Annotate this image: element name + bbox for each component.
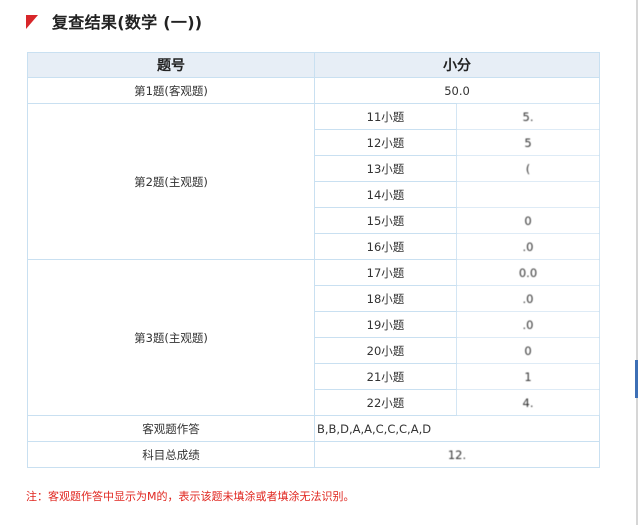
subquestion-label: 11小题 — [314, 103, 457, 130]
subquestion-label: 13小题 — [314, 155, 457, 182]
results-table: 题号 小分 第1题(客观题) 50.0 第2题(主观题) 11小题 5. 12小… — [27, 52, 600, 468]
subquestion-score: 4. — [456, 389, 600, 416]
subquestion-label: 18小题 — [314, 285, 457, 312]
subquestion-label: 14小题 — [314, 181, 457, 208]
q1-label: 第1题(客观题) — [27, 77, 315, 104]
subquestion-score: .0 — [456, 233, 600, 260]
table-row: 第2题(主观题) 11小题 5. — [27, 103, 600, 260]
table-row: 科目总成绩 12. — [27, 441, 600, 468]
subquestion-score: .0 — [456, 311, 600, 338]
subquestion-label: 17小题 — [314, 259, 457, 286]
q1-value: 50.0 — [314, 77, 600, 104]
header-question: 题号 — [27, 52, 315, 78]
objective-answer-label: 客观题作答 — [27, 415, 315, 442]
subquestion-label: 15小题 — [314, 207, 457, 234]
header-score: 小分 — [314, 52, 600, 78]
footnote: 注：客观题作答中显示为M的，表示该题未填涂或者填涂无法识别。 — [26, 490, 355, 503]
subquestion-label: 12小题 — [314, 129, 457, 156]
q2-label: 第2题(主观题) — [27, 103, 315, 260]
subquestion-score: 5 — [456, 129, 600, 156]
subquestion-score: 5. — [456, 103, 600, 130]
subquestion-label: 19小题 — [314, 311, 457, 338]
subquestion-label: 22小题 — [314, 389, 457, 416]
subquestion-score: 0 — [456, 337, 600, 364]
subquestion-score: 0 — [456, 207, 600, 234]
total-score-value: 12. — [314, 441, 600, 468]
subquestion-label: 21小题 — [314, 363, 457, 390]
objective-answer-value: B,B,D,A,A,C,C,C,A,D — [314, 415, 600, 442]
table-row: 客观题作答 B,B,D,A,A,C,C,C,A,D — [27, 415, 600, 442]
red-flag-icon — [26, 15, 38, 29]
total-score-label: 科目总成绩 — [27, 441, 315, 468]
subquestion-score — [456, 181, 600, 208]
table-row: 第1题(客观题) 50.0 — [27, 77, 600, 104]
table-row: 第3题(主观题) 17小题 0.0 — [27, 259, 600, 416]
q3-label: 第3题(主观题) — [27, 259, 315, 416]
subquestion-score: 1 — [456, 363, 600, 390]
subquestion-score: .0 — [456, 285, 600, 312]
subquestion-score: ( — [456, 155, 600, 182]
subquestion-label: 20小题 — [314, 337, 457, 364]
section-header: 复查结果(数学 (一)) — [26, 8, 202, 34]
table-header-row: 题号 小分 — [27, 52, 600, 78]
subquestion-label: 16小题 — [314, 233, 457, 260]
page-title: 复查结果(数学 (一)) — [52, 13, 203, 32]
subquestion-score: 0.0 — [456, 259, 600, 286]
